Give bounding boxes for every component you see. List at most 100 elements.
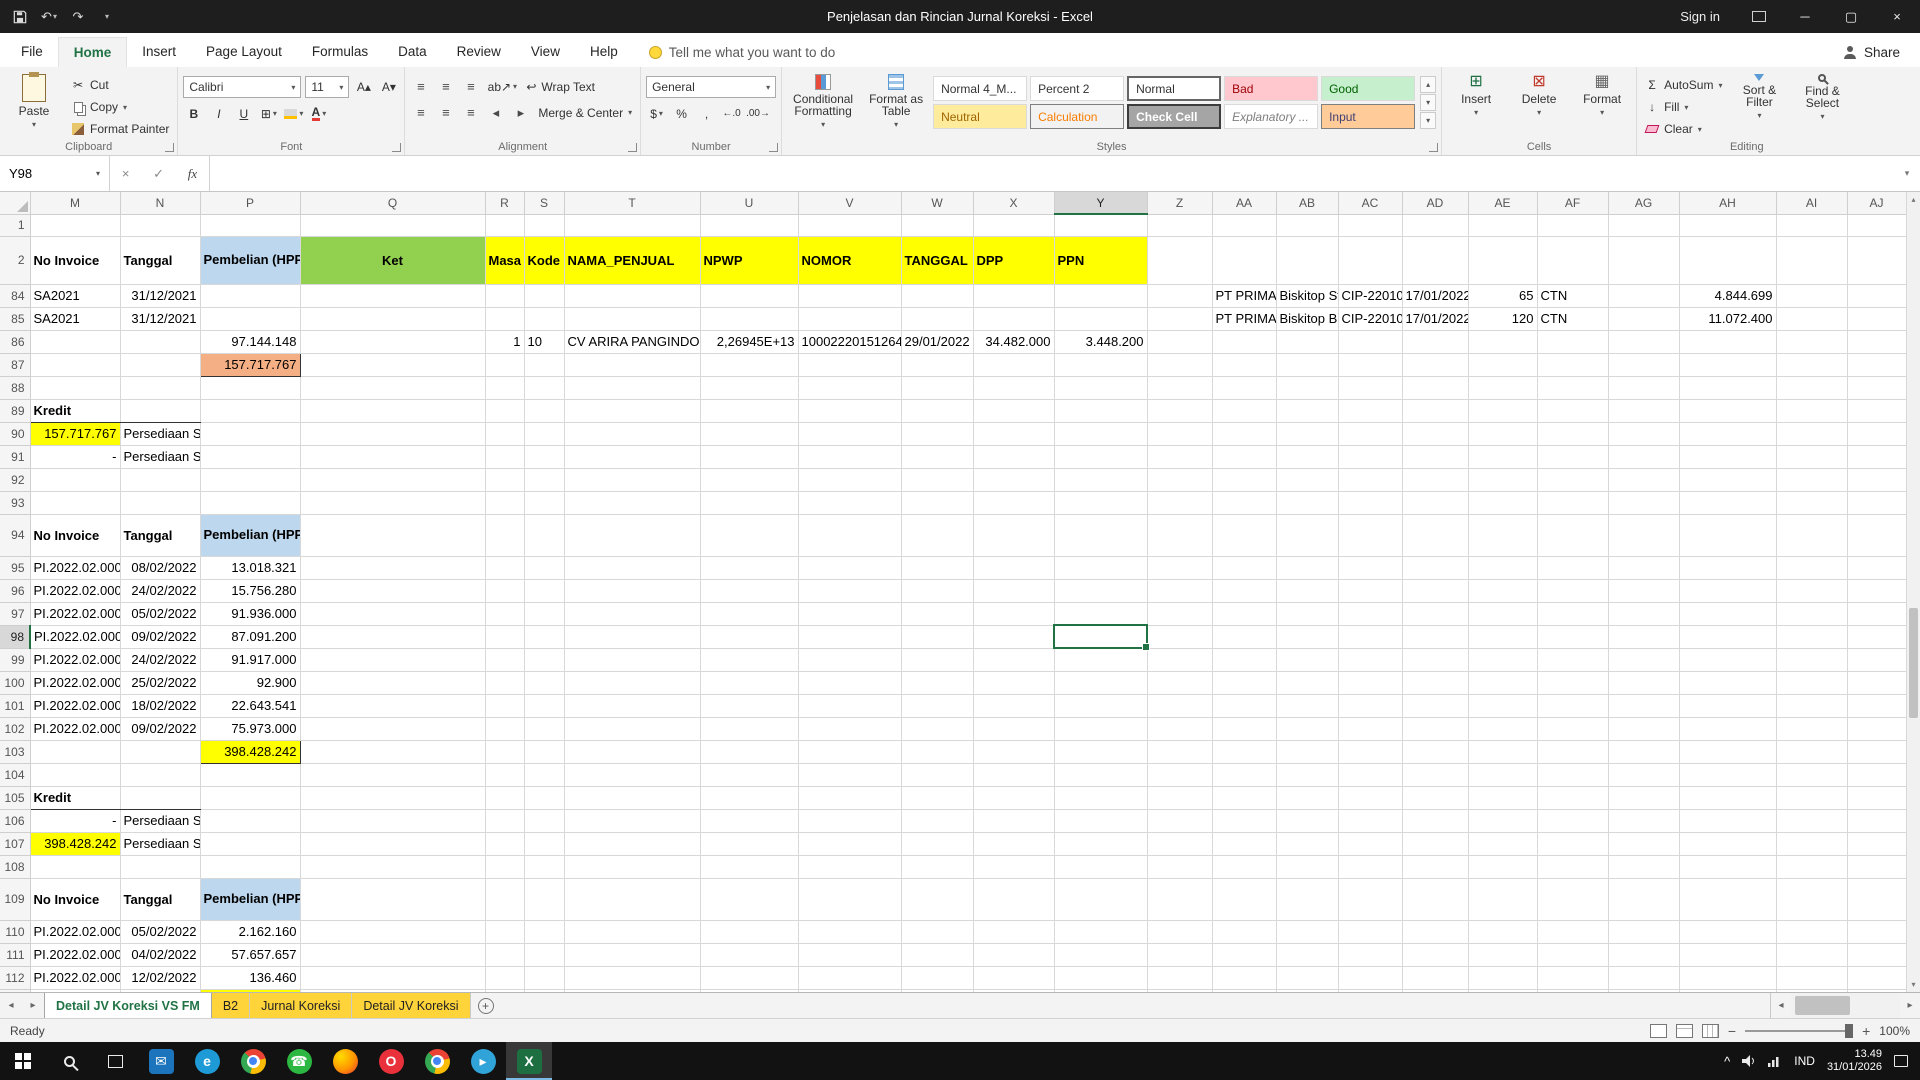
- cell-S1[interactable]: [524, 214, 564, 236]
- cell-U100[interactable]: [700, 671, 798, 694]
- cell-M92[interactable]: [30, 468, 120, 491]
- cell-AI1[interactable]: [1776, 214, 1847, 236]
- cell-M107[interactable]: 398.428.242: [30, 832, 120, 855]
- cell-T111[interactable]: [564, 943, 700, 966]
- cell-AG105[interactable]: [1608, 786, 1679, 809]
- cell-AE90[interactable]: [1468, 422, 1537, 445]
- cell-AE110[interactable]: [1468, 920, 1537, 943]
- cell-Y106[interactable]: [1054, 809, 1147, 832]
- cell-W90[interactable]: [901, 422, 973, 445]
- cell-AF93[interactable]: [1537, 491, 1608, 514]
- cell-S89[interactable]: [524, 399, 564, 422]
- row-header-105[interactable]: 105: [0, 786, 30, 809]
- cell-T109[interactable]: [564, 878, 700, 920]
- cell-U109[interactable]: [700, 878, 798, 920]
- cell-AF85[interactable]: CTN: [1537, 307, 1608, 330]
- column-header-T[interactable]: T: [564, 192, 700, 214]
- cell-AB85[interactable]: Biskitop Bu: [1276, 307, 1338, 330]
- cell-AC85[interactable]: CIP-22010: [1338, 307, 1402, 330]
- comma-style-button[interactable]: ,: [696, 103, 717, 124]
- cell-S102[interactable]: [524, 717, 564, 740]
- cell-AI101[interactable]: [1776, 694, 1847, 717]
- cell-P106[interactable]: [200, 809, 300, 832]
- sheet-nav-left-icon[interactable]: ◂: [0, 993, 22, 1018]
- column-header-AJ[interactable]: AJ: [1847, 192, 1906, 214]
- cell-AH87[interactable]: [1679, 353, 1776, 376]
- cell-AI97[interactable]: [1776, 602, 1847, 625]
- cell-AB105[interactable]: [1276, 786, 1338, 809]
- cell-V107[interactable]: [798, 832, 901, 855]
- cell-X1[interactable]: [973, 214, 1054, 236]
- cell-AG90[interactable]: [1608, 422, 1679, 445]
- cell-AD95[interactable]: [1402, 556, 1468, 579]
- cell-AF87[interactable]: [1537, 353, 1608, 376]
- cell-W1[interactable]: [901, 214, 973, 236]
- cell-Q102[interactable]: [300, 717, 485, 740]
- cell-AI86[interactable]: [1776, 330, 1847, 353]
- cell-Z111[interactable]: [1147, 943, 1212, 966]
- cell-AG102[interactable]: [1608, 717, 1679, 740]
- cell-AG1[interactable]: [1608, 214, 1679, 236]
- cell-AG89[interactable]: [1608, 399, 1679, 422]
- cell-AI102[interactable]: [1776, 717, 1847, 740]
- cell-AG109[interactable]: [1608, 878, 1679, 920]
- cell-AG99[interactable]: [1608, 648, 1679, 671]
- cell-AA89[interactable]: [1212, 399, 1276, 422]
- whatsapp-taskbar-button[interactable]: ☎: [276, 1042, 322, 1080]
- find-select-button[interactable]: Find & Select ▾: [1793, 71, 1851, 138]
- cell-M104[interactable]: [30, 763, 120, 786]
- cell-style-bad[interactable]: Bad: [1224, 76, 1318, 101]
- cell-AI98[interactable]: [1776, 625, 1847, 648]
- cell-W102[interactable]: [901, 717, 973, 740]
- cell-AF110[interactable]: [1537, 920, 1608, 943]
- cell-AB89[interactable]: [1276, 399, 1338, 422]
- cell-W111[interactable]: [901, 943, 973, 966]
- cell-V97[interactable]: [798, 602, 901, 625]
- cell-T90[interactable]: [564, 422, 700, 445]
- cell-Z98[interactable]: [1147, 625, 1212, 648]
- cell-T96[interactable]: [564, 579, 700, 602]
- cell-AG84[interactable]: [1608, 284, 1679, 307]
- cell-W108[interactable]: [901, 855, 973, 878]
- cell-R86[interactable]: 1: [485, 330, 524, 353]
- cell-M91[interactable]: -: [30, 445, 120, 468]
- cell-R97[interactable]: [485, 602, 524, 625]
- cell-AB97[interactable]: [1276, 602, 1338, 625]
- cell-R87[interactable]: [485, 353, 524, 376]
- insert-cells-button[interactable]: ⊞ Insert ▾: [1447, 71, 1505, 138]
- cell-AA1[interactable]: [1212, 214, 1276, 236]
- cell-Y95[interactable]: [1054, 556, 1147, 579]
- zoom-slider[interactable]: [1745, 1030, 1853, 1032]
- cell-W86[interactable]: 29/01/2022: [901, 330, 973, 353]
- cell-AF90[interactable]: [1537, 422, 1608, 445]
- cell-AG94[interactable]: [1608, 514, 1679, 556]
- tab-file[interactable]: File: [6, 37, 58, 67]
- cell-M109[interactable]: No Invoice: [30, 878, 120, 920]
- cell-AD86[interactable]: [1402, 330, 1468, 353]
- cell-X84[interactable]: [973, 284, 1054, 307]
- cell-AD105[interactable]: [1402, 786, 1468, 809]
- row-header-88[interactable]: 88: [0, 376, 30, 399]
- cell-V96[interactable]: [798, 579, 901, 602]
- cell-AD93[interactable]: [1402, 491, 1468, 514]
- number-format-combo[interactable]: General▾: [646, 76, 776, 98]
- cell-U91[interactable]: [700, 445, 798, 468]
- cell-W96[interactable]: [901, 579, 973, 602]
- cell-P98[interactable]: 87.091.200: [200, 625, 300, 648]
- cell-U89[interactable]: [700, 399, 798, 422]
- cell-Q99[interactable]: [300, 648, 485, 671]
- cell-W92[interactable]: [901, 468, 973, 491]
- row-header-106[interactable]: 106: [0, 809, 30, 832]
- cell-AA93[interactable]: [1212, 491, 1276, 514]
- cell-AF109[interactable]: [1537, 878, 1608, 920]
- sheet-tab-detail-jv-koreksi-vs-fm[interactable]: Detail JV Koreksi VS FM: [44, 993, 212, 1018]
- cell-AB1[interactable]: [1276, 214, 1338, 236]
- cell-AD113[interactable]: [1402, 989, 1468, 992]
- cell-AG108[interactable]: [1608, 855, 1679, 878]
- cell-N85[interactable]: 31/12/2021: [120, 307, 200, 330]
- cell-AC88[interactable]: [1338, 376, 1402, 399]
- cell-X113[interactable]: [973, 989, 1054, 992]
- cell-AG113[interactable]: [1608, 989, 1679, 992]
- align-right-button[interactable]: ≡: [460, 102, 481, 123]
- cell-Q105[interactable]: [300, 786, 485, 809]
